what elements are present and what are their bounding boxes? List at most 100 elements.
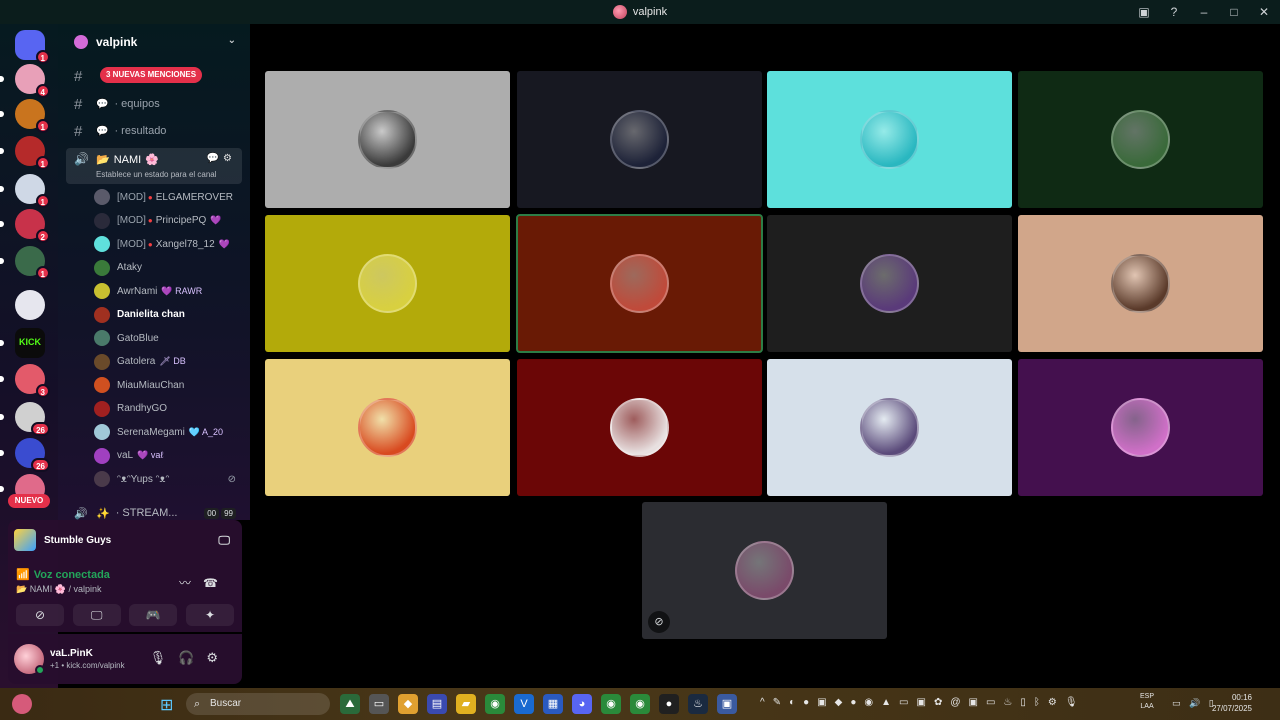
minimize-button[interactable]: – (1196, 5, 1212, 19)
voice-member[interactable]: vaL 💜 vaℓ (94, 445, 242, 467)
tray-icon[interactable]: ● (803, 697, 809, 708)
participant-tile[interactable] (1018, 359, 1263, 496)
discord-home-icon[interactable]: 1 (15, 30, 50, 64)
copilot-icon[interactable]: ◆ (398, 694, 418, 714)
discord-icon[interactable]: ◕ (572, 694, 592, 714)
voice-member[interactable]: Danielita chan (94, 304, 242, 326)
microphone-icon[interactable]: 🎙 (1065, 697, 1078, 708)
tray-icon[interactable]: ▯ (1020, 697, 1026, 708)
guild-header[interactable]: valpink ⌄ (58, 24, 250, 60)
voice-member[interactable]: AwrNami 💜 RAWR (94, 280, 242, 302)
taskbar-clock[interactable]: 00:16 27/07/2025 (1206, 692, 1252, 714)
participant-tile[interactable] (767, 71, 1012, 208)
windows-start-icon[interactable]: ⊞ (160, 695, 173, 715)
help-icon[interactable]: ? (1166, 5, 1182, 19)
app-icon[interactable]: ▤ (427, 694, 447, 714)
voice-member[interactable]: [MOD] ● PrincipePQ 💜 (94, 210, 242, 232)
tray-icon[interactable]: ◐ (789, 697, 795, 708)
avatar[interactable] (14, 644, 45, 675)
tray-icon[interactable]: ◆ (835, 697, 843, 708)
tray-icon[interactable]: ✿ (934, 697, 942, 708)
noise-suppression-icon[interactable]: 〰 (179, 576, 203, 590)
server-icon[interactable]: 1 (0, 246, 50, 280)
voice-member[interactable]: ᵔᴥᵔYups ᵔᴥᵔ ⊘ (94, 468, 242, 490)
tray-icon[interactable]: ♨ (1003, 697, 1012, 708)
tray-icon[interactable]: ▣ (916, 697, 925, 708)
participant-tile[interactable] (265, 215, 510, 352)
widgets-icon[interactable] (12, 694, 32, 714)
steam-icon[interactable]: ♨ (688, 694, 708, 714)
server-icon[interactable]: 3 (0, 364, 50, 398)
voice-channel-actions[interactable]: 💬⚙ (207, 153, 236, 164)
gear-icon[interactable]: ⚙ (206, 650, 230, 665)
maximize-button[interactable]: □ (1226, 5, 1242, 19)
participant-tile[interactable] (516, 214, 763, 353)
chrome-icon[interactable]: ◉ (630, 694, 650, 714)
folder-icon[interactable]: ▰ (456, 694, 476, 714)
voice-member[interactable]: RandhyGO (94, 398, 242, 420)
tray-icon[interactable]: @ (950, 697, 960, 708)
inbox-icon[interactable]: ▣ (1136, 5, 1152, 19)
chevron-down-icon[interactable]: ⌄ (228, 35, 236, 46)
voice-member[interactable]: SerenaMegami 🩵 A_20 (94, 421, 242, 443)
voice-member[interactable]: MiauMiauChan (94, 374, 242, 396)
server-icon[interactable]: 2 (0, 209, 50, 243)
participant-tile[interactable] (517, 359, 762, 496)
activities-button[interactable]: 🎮 (129, 604, 178, 626)
channel-equipos[interactable]: # 💬 · equipos (66, 92, 242, 116)
tray-icon[interactable]: ▣ (817, 697, 826, 708)
mentions-badge[interactable]: 3 NUEVAS MENCIONES (100, 67, 203, 83)
disconnect-icon[interactable]: ☎ (203, 576, 230, 590)
voice-member[interactable]: [MOD] ● ELGAMEROVER (94, 186, 242, 208)
server-icon[interactable]: 1 (0, 174, 50, 208)
server-icon[interactable]: 1 (0, 136, 50, 170)
server-icon[interactable]: KICK (0, 328, 45, 358)
chrome-icon[interactable]: ◉ (601, 694, 621, 714)
tray-icon[interactable]: ● (850, 697, 856, 708)
tray-icon[interactable]: ▣ (968, 697, 977, 708)
tray-icon[interactable]: ▭ (899, 697, 908, 708)
server-icon[interactable]: 4 (0, 64, 50, 98)
soundboard-button[interactable]: ✦ (185, 604, 234, 626)
participant-tile[interactable] (1018, 215, 1263, 352)
screen-share-icon[interactable]: 🖵 (218, 533, 230, 548)
language-indicator[interactable]: ESP LAA (1140, 692, 1154, 712)
tray-icon[interactable]: ▭ (986, 697, 995, 708)
landscape-widget-icon[interactable]: ⛰ (340, 694, 360, 714)
participant-tile[interactable] (517, 71, 762, 208)
game-icon[interactable]: ▣ (717, 694, 737, 714)
participant-tile[interactable] (265, 71, 510, 208)
participant-tile[interactable]: ⊘ (642, 502, 887, 639)
participant-tile[interactable] (767, 215, 1012, 352)
tray-icon[interactable]: ◉ (864, 697, 873, 708)
voice-member[interactable]: Gatolera 🗡 DB (94, 351, 242, 373)
channel-resultado[interactable]: # 💬 · resultado (66, 119, 242, 143)
participant-tile[interactable] (1018, 71, 1263, 208)
notes-icon[interactable]: ▦ (543, 694, 563, 714)
task-view-icon[interactable]: ▭ (369, 694, 389, 714)
server-icon[interactable]: 1 (0, 99, 50, 133)
microphone-icon[interactable]: 🎙 (150, 650, 179, 665)
chevron-up-icon[interactable]: ^ (760, 697, 765, 708)
server-icon[interactable]: 26 (0, 402, 50, 436)
voice-member[interactable]: [MOD] ● Xangel78_12 💜 (94, 233, 242, 255)
taskbar-search[interactable]: ⌕ Buscar (186, 693, 330, 715)
tray-icon[interactable]: ✎ (773, 697, 781, 708)
vscode-icon[interactable]: V (514, 694, 534, 714)
voice-member[interactable]: GatoBlue (94, 327, 242, 349)
user-info[interactable]: vaL.PinK +1 • kick.com/valpink (50, 648, 125, 670)
voice-channel-nami[interactable]: 🔊 📂 NAMI 🌸 💬⚙ Establece un estado para e… (66, 148, 242, 184)
voice-member[interactable]: Ataky (94, 257, 242, 279)
server-icon[interactable] (15, 290, 45, 320)
server-icon[interactable]: 26 (0, 438, 50, 472)
participant-tile[interactable] (265, 359, 510, 496)
participant-tile[interactable] (767, 359, 1012, 496)
bluetooth-icon[interactable]: ᛒ (1034, 697, 1040, 708)
tray-icon[interactable]: ▲ (881, 697, 891, 708)
close-button[interactable]: ✕ (1256, 5, 1272, 19)
camera-off-button[interactable]: ⊘ (16, 604, 64, 626)
headphones-icon[interactable]: 🎧 (178, 650, 206, 665)
channel-status[interactable]: Establece un estado para el canal (96, 170, 217, 179)
obs-icon[interactable]: ● (659, 694, 679, 714)
tray-icon[interactable]: ⚙ (1048, 697, 1057, 708)
